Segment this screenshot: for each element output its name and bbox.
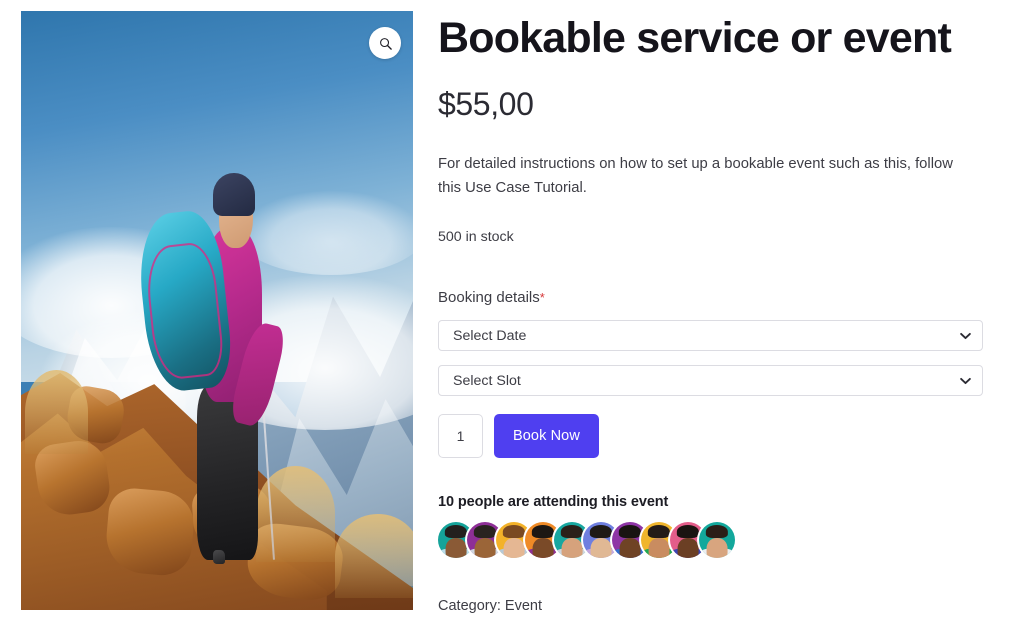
product-description: For detailed instructions on how to set … (438, 156, 953, 197)
avatar-face (648, 537, 670, 559)
slot-select-value: Select Slot (453, 372, 521, 389)
avatar-face (503, 537, 525, 559)
book-now-button[interactable]: Book Now (494, 414, 599, 459)
booking-details-label: Booking details* (438, 289, 998, 306)
search-icon (379, 37, 392, 50)
avatar-hair (444, 524, 468, 538)
avatar (699, 522, 735, 559)
dry-grass (24, 370, 88, 455)
avatar-hair (473, 524, 497, 538)
beanie-hat (213, 172, 255, 217)
product-summary: Bookable service or event $55,00 For det… (438, 0, 998, 614)
booking-details-text: Booking details (438, 289, 540, 307)
quantity-input[interactable] (438, 414, 483, 459)
product-page: Bookable service or event $55,00 For det… (0, 0, 1024, 636)
avatar-face (474, 537, 496, 559)
avatar-face (619, 537, 641, 559)
avatar-hair (531, 524, 555, 538)
product-price: $55,00 (438, 86, 534, 123)
avatar-face (532, 537, 554, 559)
quantity-and-submit-row: Book Now (438, 414, 998, 459)
avatar-face (561, 537, 583, 559)
stock-status: 500 in stock (438, 229, 514, 246)
avatar-hair (676, 524, 700, 538)
avatar-face (445, 537, 467, 559)
attendee-avatar-list (438, 522, 998, 559)
hiking-boot (212, 549, 226, 564)
avatar-hair (618, 524, 642, 538)
date-select[interactable]: Select Date (438, 320, 983, 352)
product-image[interactable] (21, 11, 413, 610)
avatar-hair (647, 524, 671, 538)
slot-select-wrapper[interactable]: Select Slot (438, 365, 983, 397)
attendance-count-text: 10 people are attending this event (438, 494, 669, 511)
required-marker: * (539, 290, 545, 306)
avatar-hair (589, 524, 613, 538)
slot-select[interactable]: Select Slot (438, 365, 983, 397)
product-gallery[interactable] (21, 11, 413, 610)
avatar-face (706, 537, 728, 559)
avatar-hair (502, 524, 526, 538)
hiker-figure (133, 172, 326, 568)
zoom-image-button[interactable] (369, 27, 401, 59)
dry-grass (334, 514, 413, 599)
avatar-face (677, 537, 699, 559)
date-select-value: Select Date (453, 327, 527, 344)
avatar-hair (560, 524, 584, 538)
page-title: Bookable service or event (438, 14, 952, 62)
product-category: Category: Event (438, 598, 542, 615)
avatar-face (590, 537, 612, 559)
date-select-wrapper[interactable]: Select Date (438, 320, 983, 352)
avatar-hair (705, 524, 729, 538)
